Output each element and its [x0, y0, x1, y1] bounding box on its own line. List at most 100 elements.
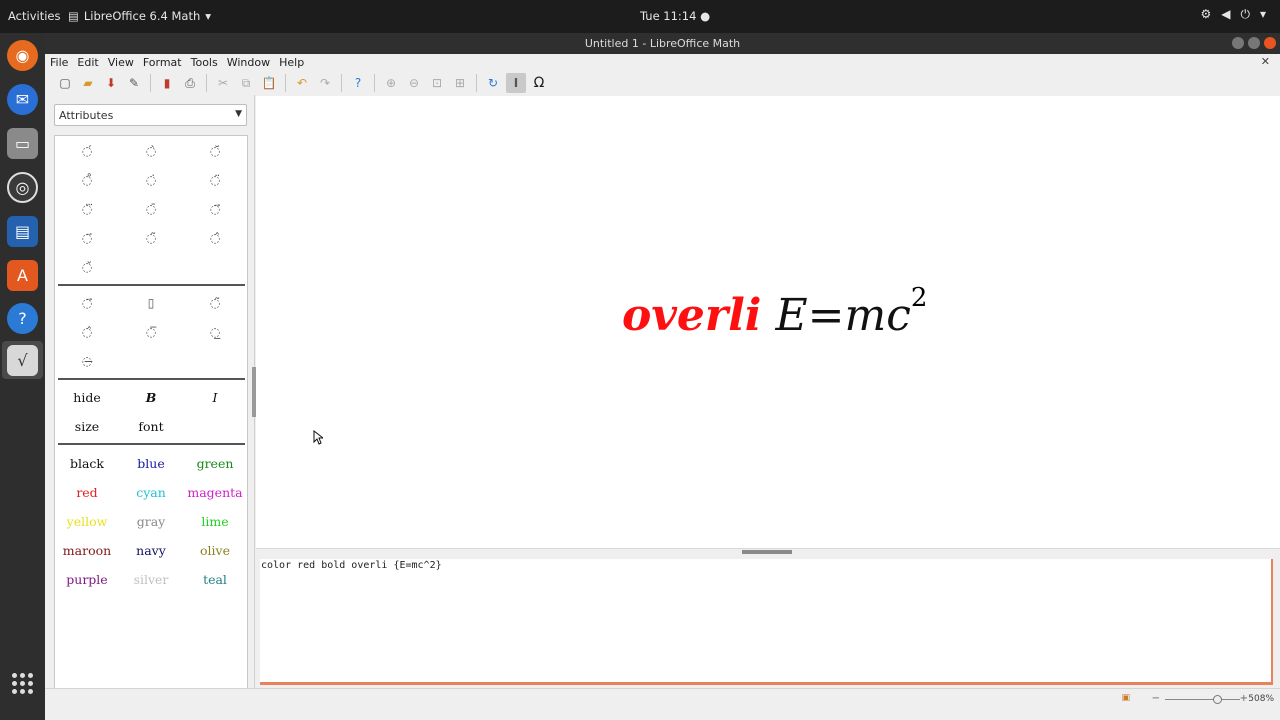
color-maroon-element[interactable]: maroon [55, 541, 119, 561]
category-dropdown[interactable]: Attributes ▼ [54, 104, 247, 126]
underline-element[interactable]: ◌̲ [183, 317, 247, 346]
zoom-in-button[interactable]: + [1240, 693, 1248, 704]
overline-element[interactable]: ◌̅ [119, 317, 183, 346]
circle-element[interactable]: ◌̊ [55, 165, 119, 194]
close-button[interactable] [1264, 37, 1276, 49]
zoom-icon[interactable]: ⊞ [450, 73, 470, 93]
save-icon[interactable]: ⬇ [101, 73, 121, 93]
menu-tools[interactable]: Tools [191, 56, 218, 69]
print-icon[interactable]: ⎙ [180, 73, 200, 93]
edit-mode-icon[interactable]: ✎ [124, 73, 144, 93]
color-red-element[interactable]: red [55, 483, 119, 503]
show-all-icon[interactable]: ⊡ [427, 73, 447, 93]
color-cyan-element[interactable]: cyan [119, 483, 183, 503]
large-vector-arrow-element[interactable]: ◌⃗ [55, 288, 119, 317]
grave-accent-element[interactable]: ◌̀ [119, 136, 183, 165]
software-center-icon[interactable]: A [7, 260, 38, 291]
harpoon-element[interactable]: ◌⃑ [55, 223, 119, 252]
color-lime-element[interactable]: lime [183, 512, 247, 532]
large-tilde-element[interactable]: ◌̃ [183, 288, 247, 317]
writer-icon[interactable]: ▤ [7, 216, 38, 247]
chevron-down-icon: ▼ [235, 109, 242, 119]
menu-format[interactable]: Format [143, 56, 182, 69]
zoom-slider[interactable] [1165, 699, 1240, 700]
zoom-out-button[interactable]: − [1152, 693, 1160, 704]
maximize-button[interactable] [1248, 37, 1260, 49]
double-dot-element[interactable]: ◌̈ [183, 165, 247, 194]
system-tray[interactable]: ⚙ ◀ ⏻ ▾ [1200, 7, 1266, 22]
color-yellow-element[interactable]: yellow [55, 512, 119, 532]
color-olive-element[interactable]: olive [183, 541, 247, 561]
new-icon[interactable]: ▢ [55, 73, 75, 93]
status-bar: ▣ − + 508% [45, 688, 1280, 720]
help-icon[interactable]: ? [7, 303, 38, 334]
thunderbird-icon[interactable]: ✉ [7, 84, 38, 115]
copy-icon[interactable]: ⧉ [236, 73, 256, 93]
formula-cursor-icon[interactable]: I [506, 73, 526, 93]
color-navy-element[interactable]: navy [119, 541, 183, 561]
formula-red-part: overli [622, 290, 762, 341]
font-element[interactable]: font [119, 417, 183, 437]
large-harpoon-element[interactable]: ▯ [119, 288, 183, 317]
symbols-icon[interactable]: Ω [529, 73, 549, 93]
splitter-grip[interactable] [742, 550, 792, 554]
menu-help[interactable]: Help [279, 56, 304, 69]
rhythmbox-icon[interactable]: ◎ [7, 172, 38, 203]
firefox-icon[interactable]: ◉ [7, 40, 38, 71]
color-teal-element[interactable]: teal [183, 570, 247, 590]
open-icon[interactable]: ▰ [78, 73, 98, 93]
help-icon[interactable]: ? [348, 73, 368, 93]
menu-window[interactable]: Window [227, 56, 270, 69]
color-black-element[interactable]: black [55, 454, 119, 474]
show-apps-icon[interactable] [12, 673, 33, 694]
bold-element[interactable]: B [119, 388, 183, 408]
italic-element[interactable]: I [183, 388, 247, 408]
triple-dot-element[interactable]: ◌⃛ [55, 194, 119, 223]
formula-view[interactable]: overli E=mc2 [256, 96, 1280, 548]
app-menu[interactable]: ▤ LibreOffice 6.4 Math ▾ [68, 9, 211, 23]
files-icon[interactable]: ▭ [7, 128, 38, 159]
activities-button[interactable]: Activities [8, 9, 60, 23]
vector-arrow-element[interactable]: ◌⃗ [183, 194, 247, 223]
paste-icon[interactable]: 📋 [259, 73, 279, 93]
color-green-element[interactable]: green [183, 454, 247, 474]
large-circumflex-element[interactable]: ◌̂ [55, 317, 119, 346]
minimize-button[interactable] [1232, 37, 1244, 49]
zoom-in-icon[interactable]: ⊕ [381, 73, 401, 93]
reverse-circumflex-element[interactable]: ◌̌ [55, 252, 119, 281]
command-editor[interactable]: color red bold overli {E=mc^2} [260, 559, 1273, 685]
command-text[interactable]: color red bold overli {E=mc^2} [261, 560, 442, 571]
circumflex-element[interactable]: ◌̂ [183, 223, 247, 252]
hide-element[interactable]: hide [55, 388, 119, 408]
zoom-slider-knob[interactable] [1213, 695, 1222, 704]
zoom-level[interactable]: 508% [1248, 694, 1274, 704]
color-blue-element[interactable]: blue [119, 454, 183, 474]
size-element[interactable]: size [55, 417, 119, 437]
color-gray-element[interactable]: gray [119, 512, 183, 532]
document-icon: ▤ [68, 9, 79, 23]
color-magenta-element[interactable]: magenta [183, 483, 247, 503]
overstrike-element[interactable]: ◌̶ [55, 346, 119, 375]
acute-accent-element[interactable]: ◌́ [55, 136, 119, 165]
update-icon[interactable]: ↻ [483, 73, 503, 93]
math-icon[interactable]: √ [7, 345, 38, 376]
color-silver-element[interactable]: silver [119, 570, 183, 590]
menu-file[interactable]: File [50, 56, 68, 69]
redo-icon[interactable]: ↷ [315, 73, 335, 93]
color-purple-element[interactable]: purple [55, 570, 119, 590]
close-document-icon[interactable]: ✕ [1261, 55, 1270, 68]
line-above-element[interactable]: ◌̄ [119, 194, 183, 223]
zoom-out-icon[interactable]: ⊖ [404, 73, 424, 93]
breve-element[interactable]: ◌̆ [183, 136, 247, 165]
window-title-bar[interactable]: Untitled 1 - LibreOffice Math [45, 33, 1280, 54]
menu-view[interactable]: View [108, 56, 134, 69]
tilde-element[interactable]: ◌̃ [119, 223, 183, 252]
export-pdf-icon[interactable]: ▮ [157, 73, 177, 93]
dot-element[interactable]: ◌̇ [119, 165, 183, 194]
menu-edit[interactable]: Edit [77, 56, 98, 69]
undo-icon[interactable]: ↶ [292, 73, 312, 93]
volume-icon: ◀ [1221, 7, 1231, 21]
view-editor-splitter[interactable] [256, 548, 1280, 558]
clock[interactable]: Tue 11:14 ● [640, 9, 710, 23]
cut-icon[interactable]: ✂ [213, 73, 233, 93]
